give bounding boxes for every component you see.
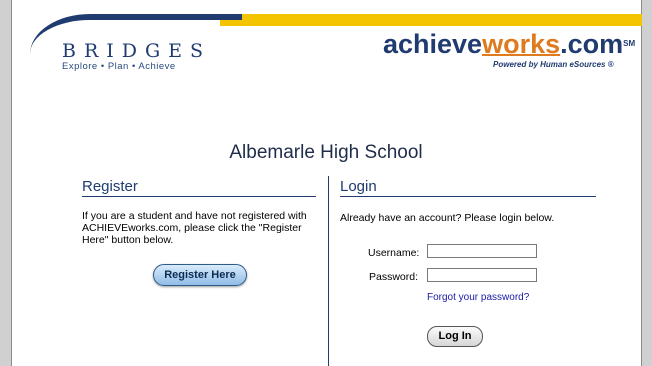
username-label: Username:: [368, 247, 420, 259]
column-divider: [328, 176, 329, 366]
left-frame-bar: [0, 0, 12, 366]
logo-servicemark: SM: [623, 39, 636, 48]
forgot-password-link[interactable]: Forgot your password?: [427, 292, 529, 303]
logo-works: works: [482, 29, 561, 59]
register-instructions: If you are a student and have not regist…: [82, 210, 307, 246]
gold-header-band: [220, 14, 642, 26]
logo-powered-by: Powered by Human eSources ®: [493, 60, 614, 69]
username-input[interactable]: [427, 244, 537, 258]
right-frame-bar: [641, 0, 652, 366]
log-in-button[interactable]: Log In: [427, 326, 483, 347]
bridges-logo: BRIDGES Explore • Plan • Achieve: [62, 40, 211, 72]
bridges-logo-word: BRIDGES: [62, 40, 212, 62]
bridges-logo-tagline: Explore • Plan • Achieve: [62, 61, 176, 72]
register-here-button[interactable]: Register Here: [153, 264, 247, 286]
login-intro-text: Already have an account? Please login be…: [340, 212, 555, 224]
password-label: Password:: [369, 271, 419, 283]
login-heading-rule: [340, 196, 596, 197]
logo-com: .com: [560, 29, 624, 59]
password-input[interactable]: [427, 268, 537, 282]
login-heading: Login: [340, 178, 377, 195]
achieveworks-logo: achieveworks.comSM Powered by Human eSou…: [383, 30, 635, 69]
school-name-title: Albemarle High School: [229, 142, 423, 163]
register-heading-rule: [82, 196, 316, 197]
achieveworks-logo-wordmark: achieveworks.comSM: [383, 30, 635, 58]
register-heading: Register: [82, 178, 138, 195]
logo-achieve: achieve: [383, 29, 483, 59]
